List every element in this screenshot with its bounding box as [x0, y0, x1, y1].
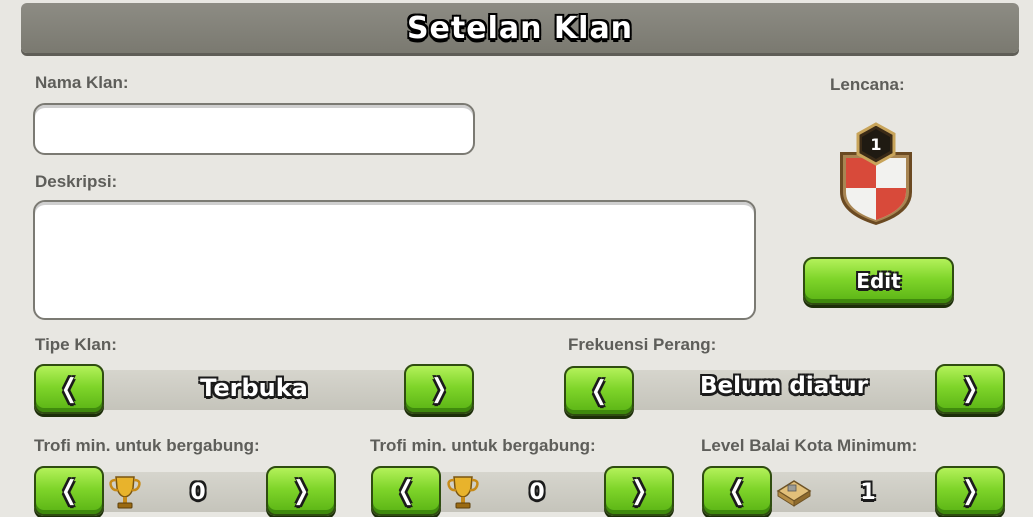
chevron-left-icon: ❬: [726, 476, 748, 506]
chevron-right-icon: ❭: [290, 476, 312, 506]
badge-label: Lencana:: [830, 75, 905, 94]
min-townhall-label: Level Balai Kota Minimum:: [701, 436, 918, 455]
min-townhall-prev-button[interactable]: ❬: [702, 466, 772, 516]
min-builder-trophies-prev-button[interactable]: ❬: [371, 466, 441, 516]
edit-badge-label: Edit: [856, 269, 901, 293]
clan-type-prev-button[interactable]: ❬: [34, 364, 104, 414]
chevron-left-icon: ❬: [58, 374, 80, 404]
chevron-right-icon: ❭: [959, 374, 981, 404]
chevron-left-icon: ❬: [395, 476, 417, 506]
town-hall-icon: [776, 475, 812, 507]
clan-type-value: Terbuka: [200, 374, 308, 402]
war-frequency-next-button[interactable]: ❭: [935, 364, 1005, 414]
chevron-right-icon: ❭: [628, 476, 650, 506]
description-input[interactable]: [35, 202, 754, 318]
chevron-left-icon: ❬: [58, 476, 80, 506]
clan-name-field-wrap: [33, 103, 475, 155]
clan-type-label: Tipe Klan:: [35, 335, 117, 354]
min-builder-trophies-value: 0: [529, 479, 545, 505]
clan-badge-icon: 1: [836, 120, 916, 225]
clan-type-next-button[interactable]: ❭: [404, 364, 474, 414]
min-trophies-value: 0: [190, 479, 206, 505]
chevron-right-icon: ❭: [428, 374, 450, 404]
war-frequency-label: Frekuensi Perang:: [568, 335, 717, 354]
trophy-icon: [108, 474, 142, 510]
min-townhall-value: 1: [860, 479, 876, 505]
description-label: Deskripsi:: [35, 172, 118, 191]
war-frequency-value: Belum diatur: [700, 373, 868, 399]
min-trophies-label: Trofi min. untuk bergabung:: [34, 436, 260, 455]
description-field-wrap: [33, 200, 756, 320]
clan-name-label: Nama Klan:: [35, 73, 129, 92]
clan-name-input[interactable]: [35, 105, 473, 153]
trophy-icon: [446, 474, 480, 510]
chevron-left-icon: ❬: [588, 376, 610, 406]
badge-level: 1: [870, 135, 881, 154]
min-trophies-prev-button[interactable]: ❬: [34, 466, 104, 516]
war-frequency-prev-button[interactable]: ❬: [564, 366, 634, 416]
chevron-right-icon: ❭: [959, 476, 981, 506]
edit-badge-button[interactable]: Edit: [803, 257, 954, 305]
title-bar: Setelan Klan: [21, 3, 1019, 53]
page-title: Setelan Klan: [406, 10, 634, 46]
min-builder-trophies-label: Trofi min. untuk bergabung:: [370, 436, 596, 455]
min-townhall-next-button[interactable]: ❭: [935, 466, 1005, 516]
min-builder-trophies-next-button[interactable]: ❭: [604, 466, 674, 516]
min-trophies-next-button[interactable]: ❭: [266, 466, 336, 516]
